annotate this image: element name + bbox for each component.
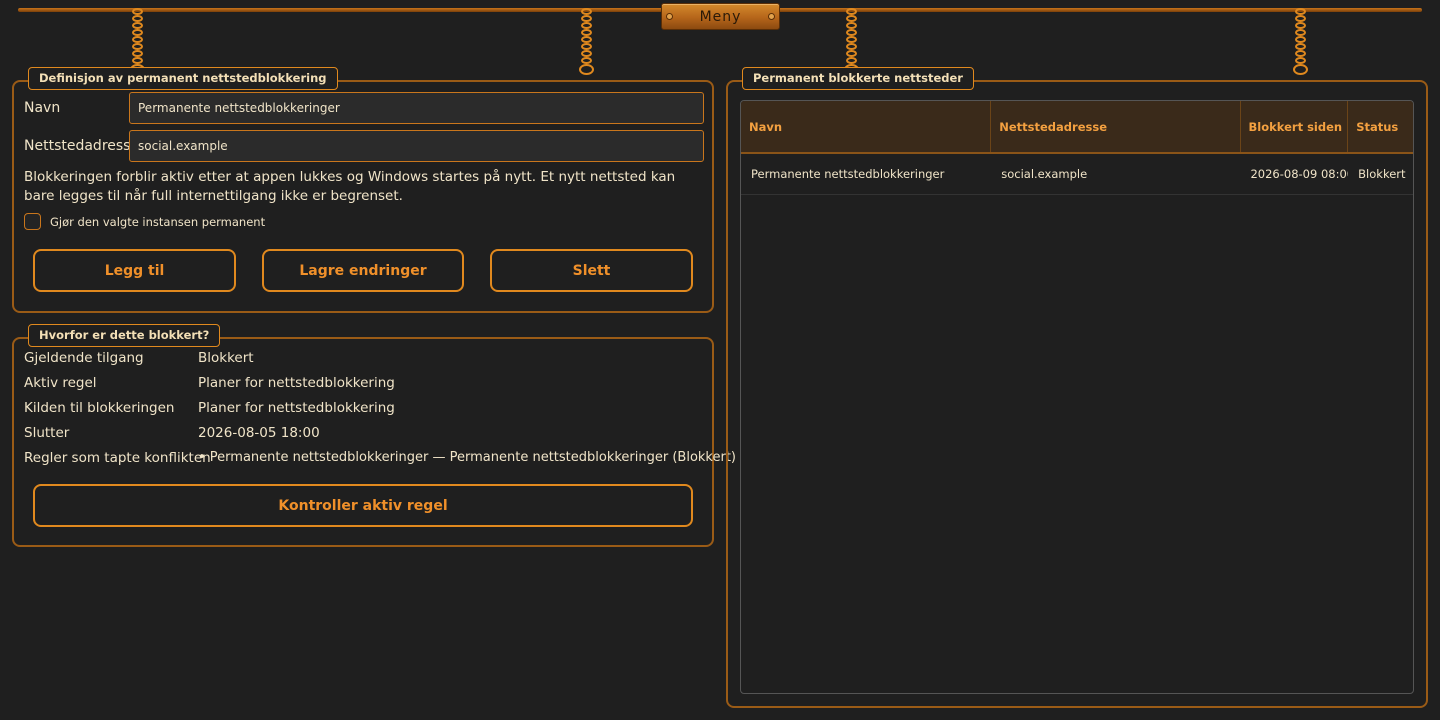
panel-title: Definisjon av permanent nettstedblokkeri…	[28, 67, 338, 90]
why-blocked-panel: Hvorfor er dette blokkert? Gjeldende til…	[12, 324, 736, 547]
table-cell: Permanente nettstedblokkeringer	[751, 167, 945, 181]
info-row: Aktiv regel Planer for nettstedblokkerin…	[24, 375, 395, 391]
chain-decoration	[130, 8, 145, 75]
address-field-row: Nettstedadresse	[24, 130, 704, 162]
permanent-checkbox-row[interactable]: Gjør den valgte instansen permanent	[24, 213, 265, 230]
table-cell: social.example	[1001, 167, 1088, 181]
address-input[interactable]	[129, 130, 704, 162]
chain-decoration	[579, 8, 594, 75]
info-key: Regler som tapte konflikten	[24, 450, 211, 466]
info-value: Blokkert	[198, 350, 254, 366]
column-header[interactable]: Nettstedadresse	[991, 101, 1241, 152]
info-value: Planer for nettstedblokkering	[198, 375, 395, 391]
info-value: 2026-08-05 18:00	[198, 425, 320, 441]
info-value: Planer for nettstedblokkering	[198, 400, 395, 416]
name-input[interactable]	[129, 92, 704, 124]
info-row: Slutter 2026-08-05 18:00	[24, 425, 320, 441]
chain-decoration	[844, 8, 859, 75]
permanent-checkbox[interactable]	[24, 213, 41, 230]
blocked-sites-table: Navn Nettstedadresse Blokkert siden Stat…	[740, 100, 1414, 694]
info-key: Aktiv regel	[24, 375, 97, 391]
menu-button-label: Meny	[699, 8, 742, 25]
chain-decoration	[1293, 8, 1308, 75]
blocked-sites-panel: Permanent blokkerte nettsteder Navn Nett…	[726, 67, 1428, 708]
save-changes-button[interactable]: Lagre endringer	[262, 249, 464, 292]
screw-icon	[666, 13, 673, 20]
table-header: Navn Nettstedadresse Blokkert siden Stat…	[741, 101, 1413, 154]
info-row: Gjeldende tilgang Blokkert	[24, 350, 254, 366]
menu-button[interactable]: Meny	[661, 3, 780, 30]
info-row: Kilden til blokkeringen Planer for netts…	[24, 400, 395, 416]
info-row: Regler som tapte konflikten • Permanente…	[24, 450, 736, 466]
panel-title: Permanent blokkerte nettsteder	[742, 67, 974, 90]
name-label: Navn	[24, 100, 61, 116]
panel-title: Hvorfor er dette blokkert?	[28, 324, 221, 347]
column-header[interactable]: Navn	[741, 101, 992, 152]
column-header[interactable]: Status	[1348, 101, 1413, 152]
info-text: Blokkeringen forblir aktiv etter at appe…	[24, 169, 676, 204]
column-header[interactable]: Blokkert siden	[1241, 101, 1349, 152]
definition-panel: Definisjon av permanent nettstedblokkeri…	[12, 67, 714, 313]
info-key: Kilden til blokkeringen	[24, 400, 175, 416]
check-active-rule-button[interactable]: Kontroller aktiv regel	[33, 484, 693, 527]
add-button[interactable]: Legg til	[33, 249, 236, 292]
table-cell: 2026-08-09 08:00	[1250, 167, 1349, 181]
name-field-row: Navn	[24, 92, 704, 124]
table-row[interactable]: Permanente nettstedblokkeringer social.e…	[741, 154, 1413, 195]
screw-icon	[768, 13, 775, 20]
address-label: Nettstedadresse	[24, 138, 140, 154]
info-key: Gjeldende tilgang	[24, 350, 144, 366]
info-key: Slutter	[24, 425, 70, 441]
table-cell: Blokkert	[1358, 167, 1406, 181]
delete-button[interactable]: Slett	[490, 249, 693, 292]
info-value: • Permanente nettstedblokkeringer — Perm…	[198, 450, 737, 465]
permanent-checkbox-label: Gjør den valgte instansen permanent	[50, 214, 266, 229]
